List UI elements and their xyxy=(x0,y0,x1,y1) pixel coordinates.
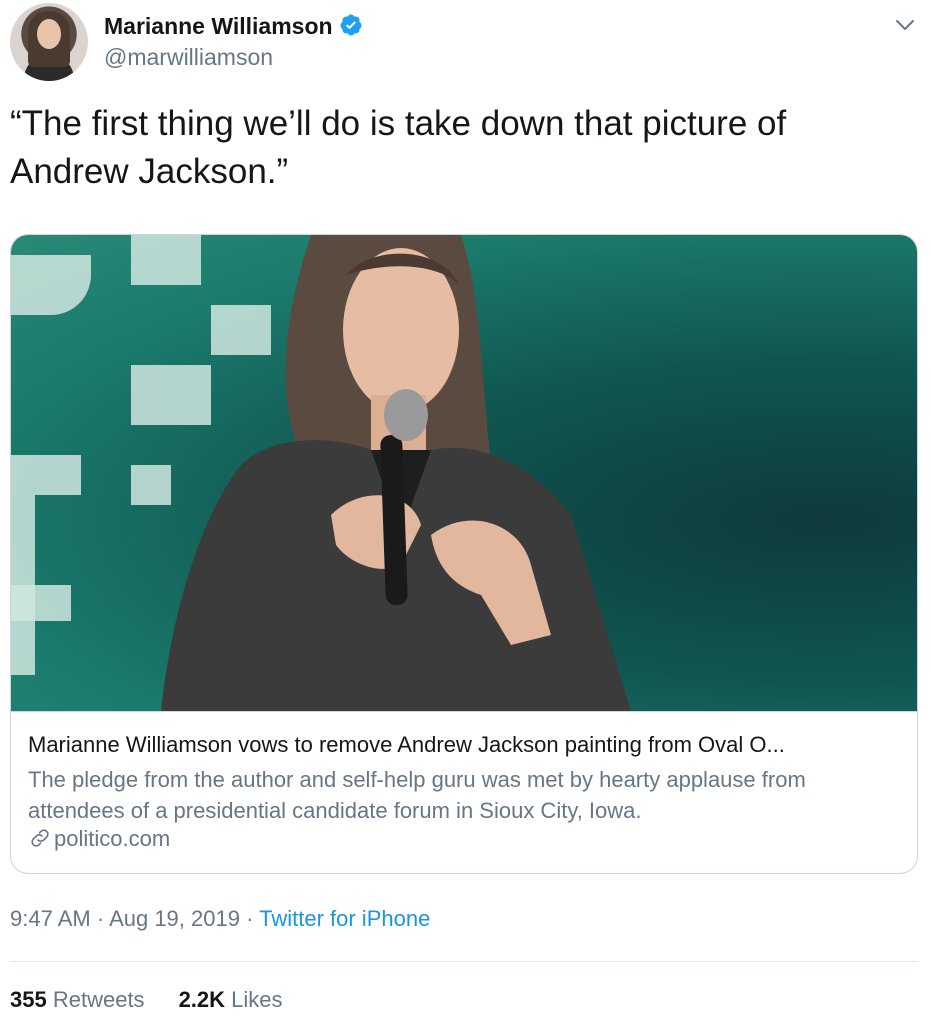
avatar[interactable] xyxy=(10,3,88,81)
author-handle[interactable]: @marwilliamson xyxy=(104,44,273,71)
tweet-meta: 9:47 AM · Aug 19, 2019 · Twitter for iPh… xyxy=(10,906,430,932)
chevron-down-icon[interactable] xyxy=(894,14,916,41)
tweet-time[interactable]: 9:47 AM xyxy=(10,906,91,931)
card-description: The pledge from the author and self-help… xyxy=(28,767,806,823)
retweets-count: 355 xyxy=(10,987,47,1012)
tweet-source[interactable]: Twitter for iPhone xyxy=(259,906,430,931)
tweet-text: “The first thing we’ll do is take down t… xyxy=(10,104,787,191)
card-domain[interactable]: politico.com xyxy=(28,826,170,852)
meta-separator-2: · xyxy=(239,906,260,931)
verified-badge-icon xyxy=(339,13,363,43)
likes-stat[interactable]: 2.2K Likes xyxy=(179,987,283,1012)
tweet-stats: 355 Retweets 2.2K Likes xyxy=(10,987,283,1013)
card-image[interactable] xyxy=(11,235,917,711)
link-card[interactable]: Marianne Williamson vows to remove Andre… xyxy=(10,234,918,874)
card-title[interactable]: Marianne Williamson vows to remove Andre… xyxy=(28,732,900,758)
link-icon xyxy=(28,826,54,851)
likes-label: Likes xyxy=(231,987,283,1012)
retweets-stat[interactable]: 355 Retweets xyxy=(10,987,145,1012)
divider xyxy=(10,961,918,962)
meta-separator: · xyxy=(90,906,110,931)
speaker-photo xyxy=(161,235,631,711)
author-name[interactable]: Marianne Williamson xyxy=(104,13,363,43)
card-body[interactable]: Marianne Williamson vows to remove Andre… xyxy=(11,711,917,873)
tweet-date[interactable]: Aug 19, 2019 xyxy=(109,906,240,931)
likes-count: 2.2K xyxy=(178,987,226,1012)
retweets-label: Retweets xyxy=(52,987,145,1012)
